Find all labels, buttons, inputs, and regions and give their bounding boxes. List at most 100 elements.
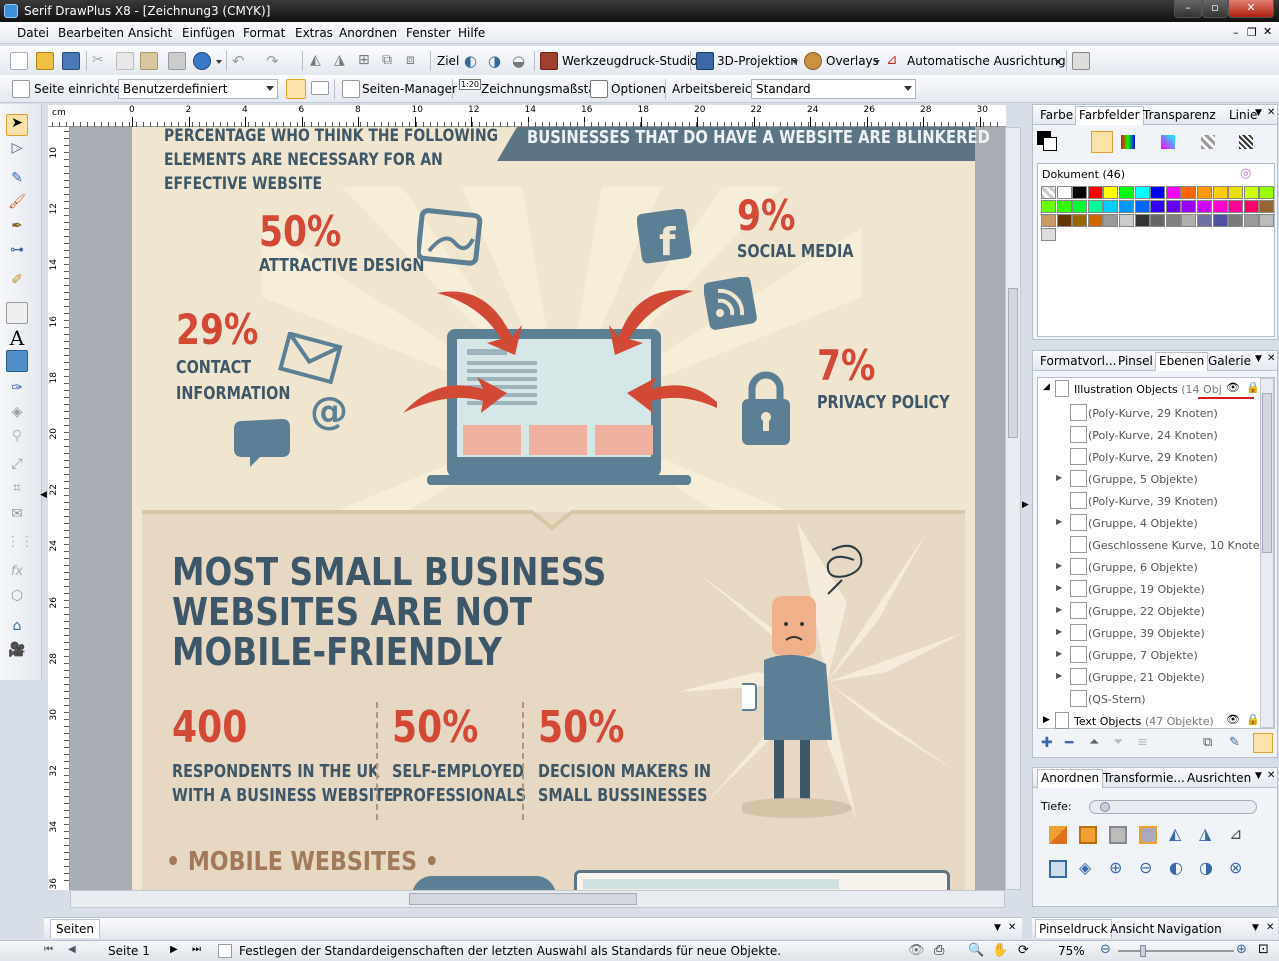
tab-ausrichten[interactable]: Ausrichten [1187, 771, 1251, 785]
landscape-icon[interactable] [311, 81, 329, 95]
bring-forward-icon[interactable] [1079, 826, 1097, 844]
color-swatch[interactable] [1134, 200, 1150, 213]
layer-item[interactable]: (Gruppe, 6 Objekte) [1088, 561, 1198, 574]
right-bottom-menu-icon[interactable]: ▼ [1252, 923, 1259, 933]
color-swatch[interactable] [1259, 214, 1275, 227]
formula-tool-icon[interactable]: fx [6, 564, 28, 586]
color-swatch[interactable] [1072, 186, 1088, 199]
join-icon[interactable] [1049, 860, 1067, 878]
portrait-icon[interactable] [286, 79, 306, 99]
drawing-scale-icon[interactable]: 1:20 [459, 79, 481, 90]
color-swatch[interactable] [1150, 186, 1166, 199]
layer2-visible-icon[interactable]: 👁 [1226, 713, 1240, 726]
layer-item[interactable]: (Poly-Kurve, 24 Knoten) [1088, 429, 1218, 442]
rotate-view-icon[interactable]: ⟳ [1018, 943, 1029, 958]
fill-tool-icon[interactable]: ◈ [6, 404, 28, 426]
color-swatch[interactable] [1228, 186, 1244, 199]
overlays-icon[interactable] [804, 52, 822, 70]
layer-item[interactable]: (Gruppe, 7 Objekte) [1088, 649, 1198, 662]
color-swatch[interactable] [1243, 186, 1259, 199]
pen-tool-icon[interactable]: ✒ [6, 218, 28, 240]
toolbar-collapse-icon[interactable]: ◀ [40, 490, 47, 520]
layer-item-expand-icon[interactable]: ▶ [1056, 517, 1062, 526]
zoom-tool-icon[interactable]: 🔍 [968, 943, 984, 958]
color-swatch[interactable] [1181, 186, 1197, 199]
color-panel-menu-icon[interactable]: ▼ [1255, 108, 1262, 118]
color-swatch[interactable] [1119, 214, 1134, 227]
zoom-slider[interactable] [1118, 945, 1234, 957]
horizontal-scrollbar[interactable] [70, 890, 1005, 908]
drawing-canvas[interactable]: PERCENTAGE WHO THINK THE FOLLOWING ELEME… [70, 127, 1005, 890]
bring-to-front-icon[interactable] [1049, 826, 1067, 844]
layer2-expand-icon[interactable]: ▶ [1043, 715, 1050, 725]
paste-icon[interactable] [140, 52, 158, 70]
subtract-shape-icon[interactable]: ⊖ [1139, 858, 1152, 877]
horizontal-scroll-thumb[interactable] [409, 893, 637, 905]
maximize-button[interactable]: ▫ [1202, 0, 1228, 18]
color-swatch[interactable] [1072, 214, 1088, 227]
workspace-combo[interactable]: Standard [751, 79, 916, 99]
combine-icon[interactable]: ⊗ [1229, 858, 1242, 877]
color-swatch[interactable] [1212, 186, 1228, 199]
zoom-in-icon[interactable]: ⊕ [1236, 942, 1247, 957]
last-page-icon[interactable]: ⏭ [192, 944, 201, 955]
menu-bearbeiten[interactable]: Bearbeiten [58, 26, 124, 40]
layer-edit-icon[interactable]: ✎ [1229, 735, 1240, 750]
menu-ansicht[interactable]: Ansicht [128, 26, 172, 40]
color-swatch[interactable] [1056, 200, 1072, 213]
remove-layer-icon[interactable]: ━ [1065, 735, 1073, 751]
print-icon[interactable] [1072, 52, 1090, 70]
mdi-restore-icon[interactable]: ❐ [1247, 26, 1257, 39]
auto-align-icon[interactable]: ⊿ [886, 52, 904, 70]
format-painter-icon[interactable] [168, 52, 186, 70]
color-swatch[interactable] [1134, 214, 1150, 227]
page-setup-button[interactable]: Seite einrichten [34, 82, 129, 96]
layers-panel-close-icon[interactable]: ✕ [1267, 353, 1275, 364]
menu-fenster[interactable]: Fenster [406, 26, 451, 40]
transparency-tool-icon[interactable]: ⚲ [6, 428, 28, 450]
open-icon[interactable] [36, 52, 54, 70]
target-subtract-icon[interactable]: ◑ [488, 52, 506, 70]
node-tool-icon[interactable]: ▷ [6, 140, 28, 162]
tab-pinseldruck[interactable]: Pinseldruck [1035, 919, 1112, 938]
color-swatch[interactable] [1243, 214, 1259, 227]
3d-tool-icon[interactable]: ⬡ [6, 588, 28, 610]
layer2-name[interactable]: Text Objects (47 Objekte) [1074, 715, 1214, 728]
overlays-dropdown-icon[interactable] [874, 60, 880, 64]
menu-anordnen[interactable]: Anordnen [339, 26, 397, 40]
layer-up-icon[interactable]: ⏶ [1089, 735, 1099, 750]
layer-item[interactable]: (Gruppe, 39 Objekte) [1088, 627, 1205, 640]
layer1-lock-icon[interactable]: 🔒 [1246, 381, 1260, 394]
hatch-icon[interactable] [1239, 135, 1253, 149]
workspace-dropdown-icon[interactable] [904, 86, 912, 91]
layer-properties-icon[interactable]: ⧉ [1203, 735, 1212, 750]
brush-tool-icon[interactable]: 🖌 [6, 194, 28, 216]
tab-navigation[interactable]: Navigation [1157, 922, 1222, 936]
add-layer-icon[interactable]: ✚ [1041, 735, 1053, 751]
layer-tree-scrollbar[interactable] [1260, 378, 1274, 728]
tab-farbfelder[interactable]: Farbfelder [1075, 106, 1144, 125]
color-swatch[interactable] [1243, 200, 1259, 213]
flip-horizontal-icon[interactable]: ◭ [310, 52, 328, 70]
center-icon[interactable]: ◈ [1079, 858, 1091, 877]
next-page-icon[interactable]: ▶ [170, 944, 178, 955]
add-swatch-icon[interactable]: ◎ [1240, 166, 1251, 181]
app-icon[interactable] [4, 4, 18, 18]
connector-tool-icon[interactable]: ⊶ [6, 242, 28, 264]
layer-item-expand-icon[interactable]: ▶ [1056, 583, 1062, 592]
globe-dropdown-icon[interactable] [216, 60, 222, 64]
options-button[interactable]: Optionen [611, 82, 666, 96]
image-tool-icon[interactable] [6, 350, 28, 372]
color-swatch[interactable] [1103, 186, 1119, 199]
tab-ebenen[interactable]: Ebenen [1155, 352, 1209, 371]
fit-page-icon[interactable]: ⊡ [1258, 942, 1269, 957]
tab-farbe[interactable]: Farbe [1040, 108, 1073, 122]
color-swatch[interactable] [1072, 200, 1088, 213]
color-swatch[interactable] [1103, 214, 1119, 227]
page-setup-icon[interactable] [12, 80, 30, 98]
color-swatch[interactable] [1165, 186, 1181, 199]
layer-item-expand-icon[interactable]: ▶ [1056, 605, 1062, 614]
layer-item[interactable]: (Gruppe, 5 Objekte) [1088, 473, 1198, 486]
redo-icon[interactable]: ↷ [266, 52, 284, 70]
shape-tool-icon[interactable] [6, 302, 28, 324]
